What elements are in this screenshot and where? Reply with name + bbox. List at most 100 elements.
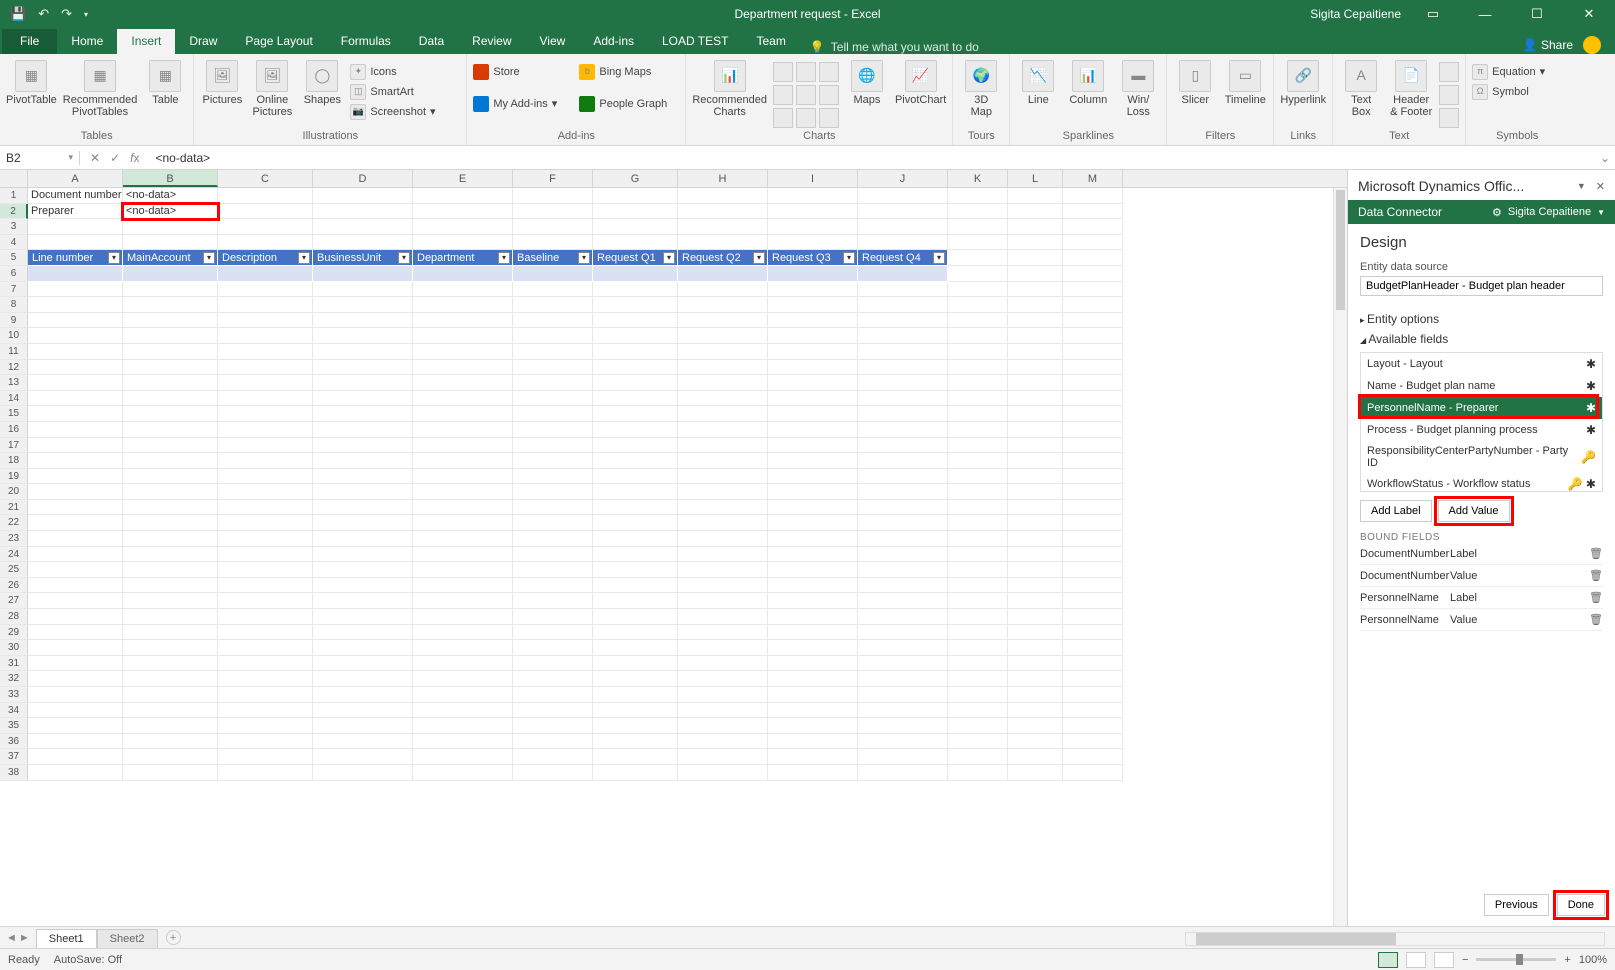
cell[interactable]: [513, 593, 593, 609]
cell[interactable]: [413, 391, 513, 407]
cell[interactable]: [123, 500, 218, 516]
table-row[interactable]: [218, 266, 313, 282]
cell[interactable]: [413, 344, 513, 360]
cell[interactable]: [28, 640, 123, 656]
table-header-requestq4[interactable]: Request Q4▾: [858, 250, 948, 266]
column-header-I[interactable]: I: [768, 170, 858, 187]
cell[interactable]: [123, 297, 218, 313]
cell[interactable]: [28, 422, 123, 438]
cell[interactable]: [768, 375, 858, 391]
cell[interactable]: [218, 204, 313, 220]
cell[interactable]: [313, 656, 413, 672]
cell[interactable]: [313, 406, 413, 422]
cell[interactable]: [1063, 578, 1123, 594]
cell[interactable]: [858, 515, 948, 531]
cell[interactable]: [218, 640, 313, 656]
cell[interactable]: [1008, 313, 1063, 329]
recommended-pivottables-button[interactable]: ▦Recommended PivotTables: [63, 60, 138, 118]
column-header-B[interactable]: B: [123, 170, 218, 187]
cell[interactable]: [768, 406, 858, 422]
cell[interactable]: [313, 438, 413, 454]
cell[interactable]: [513, 500, 593, 516]
cell[interactable]: [858, 671, 948, 687]
row-header[interactable]: 18: [0, 453, 28, 469]
cell[interactable]: [513, 703, 593, 719]
cell[interactable]: [123, 703, 218, 719]
cell[interactable]: [593, 671, 678, 687]
minimize-icon[interactable]: —: [1465, 0, 1505, 28]
cell[interactable]: [948, 469, 1008, 485]
cell[interactable]: [513, 578, 593, 594]
cell[interactable]: [28, 703, 123, 719]
cell[interactable]: [948, 391, 1008, 407]
cell[interactable]: [123, 671, 218, 687]
cell[interactable]: [513, 718, 593, 734]
cell[interactable]: [593, 515, 678, 531]
zoom-slider[interactable]: [1476, 958, 1556, 961]
available-fields-list[interactable]: Layout - Layout✱Name - Budget plan name✱…: [1360, 352, 1603, 492]
cell[interactable]: [413, 578, 513, 594]
cell[interactable]: [948, 250, 1008, 266]
row-header[interactable]: 29: [0, 625, 28, 641]
table-header-requestq3[interactable]: Request Q3▾: [768, 250, 858, 266]
cell[interactable]: [858, 734, 948, 750]
cell[interactable]: [593, 188, 678, 204]
cell[interactable]: [28, 593, 123, 609]
cell[interactable]: [218, 562, 313, 578]
table-header-requestq2[interactable]: Request Q2▾: [678, 250, 768, 266]
cell[interactable]: [678, 406, 768, 422]
maps-button[interactable]: 🌐Maps: [845, 60, 889, 106]
cell[interactable]: [1008, 469, 1063, 485]
cell[interactable]: [593, 640, 678, 656]
cell[interactable]: [1063, 718, 1123, 734]
view-pagebreak-button[interactable]: [1434, 952, 1454, 968]
sheet-nav-next-icon[interactable]: ►: [19, 932, 30, 944]
column-header-L[interactable]: L: [1008, 170, 1063, 187]
cell[interactable]: [593, 500, 678, 516]
cell[interactable]: [313, 453, 413, 469]
sheet-nav-prev-icon[interactable]: ◄: [6, 932, 17, 944]
table-header-department[interactable]: Department▾: [413, 250, 513, 266]
cell[interactable]: [678, 375, 768, 391]
cell[interactable]: [1008, 687, 1063, 703]
add-label-button[interactable]: Add Label: [1360, 500, 1432, 522]
formula-input[interactable]: <no-data>: [149, 151, 1595, 165]
spreadsheet-grid[interactable]: ABCDEFGHIJKLM 1Document number<no-data>2…: [0, 170, 1347, 926]
cell[interactable]: [768, 313, 858, 329]
cell[interactable]: [768, 438, 858, 454]
cell[interactable]: [1063, 235, 1123, 251]
cell[interactable]: [948, 406, 1008, 422]
cell[interactable]: [28, 500, 123, 516]
cell[interactable]: [313, 718, 413, 734]
cell[interactable]: [413, 515, 513, 531]
column-headers[interactable]: ABCDEFGHIJKLM: [0, 170, 1347, 188]
cell[interactable]: [313, 391, 413, 407]
cell[interactable]: [678, 578, 768, 594]
ribbon-options-icon[interactable]: ▭: [1413, 0, 1453, 28]
cell[interactable]: [768, 188, 858, 204]
cell[interactable]: [1063, 297, 1123, 313]
cell[interactable]: [513, 406, 593, 422]
row-header[interactable]: 11: [0, 344, 28, 360]
cell[interactable]: [593, 235, 678, 251]
cell[interactable]: [1008, 640, 1063, 656]
cell[interactable]: [948, 235, 1008, 251]
cell[interactable]: [1063, 640, 1123, 656]
cell[interactable]: [858, 204, 948, 220]
expand-formula-bar-icon[interactable]: ⌄: [1595, 151, 1615, 165]
cell[interactable]: [123, 422, 218, 438]
smartart-button[interactable]: ◫SmartArt: [350, 84, 460, 100]
cell[interactable]: [593, 609, 678, 625]
cell[interactable]: [768, 484, 858, 500]
cell[interactable]: [948, 547, 1008, 563]
cell[interactable]: [313, 640, 413, 656]
table-header-description[interactable]: Description▾: [218, 250, 313, 266]
cell[interactable]: [678, 453, 768, 469]
cell[interactable]: [768, 531, 858, 547]
cell[interactable]: [858, 297, 948, 313]
cell[interactable]: [218, 422, 313, 438]
cell[interactable]: [768, 578, 858, 594]
cell[interactable]: [858, 438, 948, 454]
cell[interactable]: [218, 360, 313, 376]
cell[interactable]: [948, 500, 1008, 516]
